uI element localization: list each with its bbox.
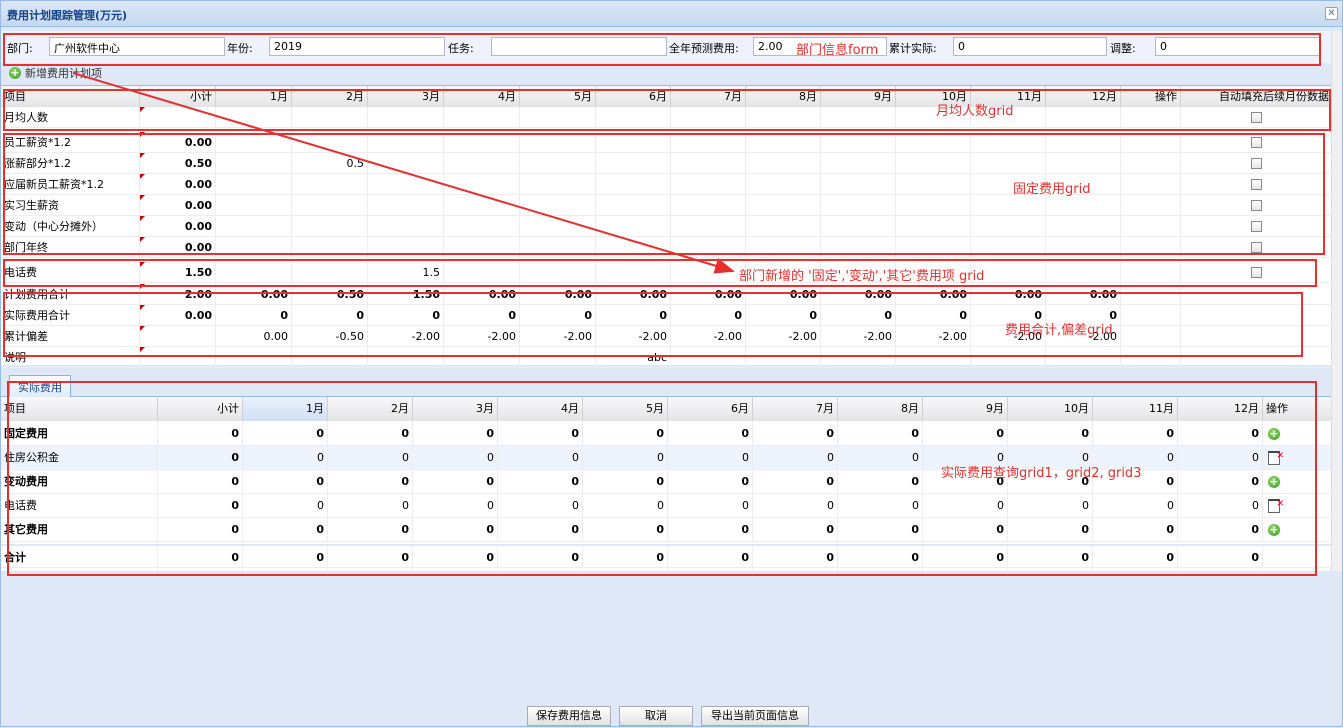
add-plan-item-label: 新增费用计划项 [25,67,102,80]
export-button[interactable]: 导出当前页面信息 [701,706,809,726]
annotation-fixed-text: 固定费用grid [1013,182,1091,197]
close-icon[interactable]: ✕ [1325,7,1338,20]
annotation-form-text: 部门信息form [796,43,879,58]
window-title: 费用计划跟踪管理(万元) [7,9,128,22]
title-bar: 费用计划跟踪管理(万元) ✕ [1,1,1342,27]
annotation-avg-text: 月均人数grid [936,104,1014,119]
vertical-scrollbar[interactable] [1331,31,1342,571]
annotation-box-fixed [3,133,1325,255]
annotation-box-avg [3,89,1331,131]
cancel-button[interactable]: 取消 [619,706,693,726]
annotation-added-text: 部门新增的 '固定','变动','其它'费用项 grid [739,269,985,284]
annotation-actual-text: 实际费用查询grid1，grid2, grid3 [941,466,1142,481]
add-icon: + [9,66,21,79]
save-button[interactable]: 保存费用信息 [527,706,611,726]
annotation-box-added [3,259,1317,287]
footer-toolbar: 保存费用信息 取消 导出当前页面信息 [1,701,1342,727]
annotation-box-form [3,33,1321,66]
window: 费用计划跟踪管理(万元) ✕ 部门: 广州软件中心 年份: 2019 任务: 全… [0,0,1343,727]
annotation-total-text: 费用合计,偏差grid [1005,323,1113,338]
add-plan-item-button[interactable]: + 新增费用计划项 [9,65,102,81]
